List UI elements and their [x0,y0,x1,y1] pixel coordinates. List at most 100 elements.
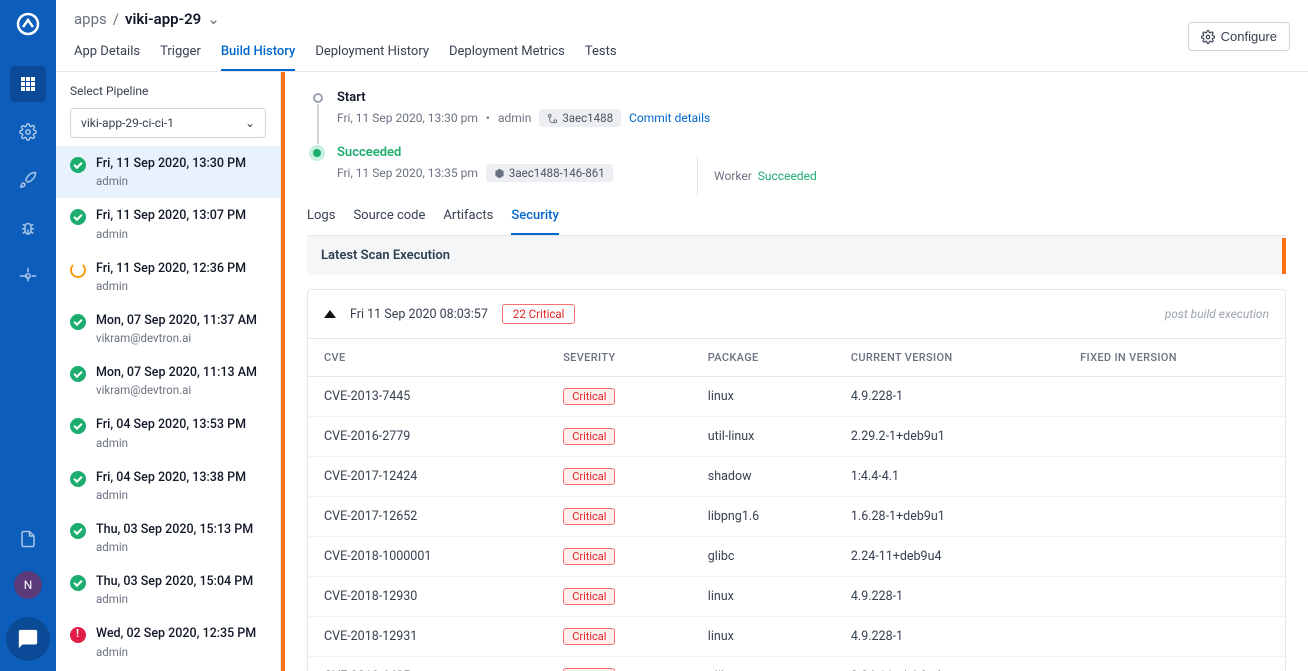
current-version-cell: 1:4.4-4.1 [835,457,1064,497]
build-author: admin [96,174,246,188]
check-icon [70,314,86,330]
col-package: PACKAGE [692,339,835,377]
subtab-security[interactable]: Security [511,200,558,235]
rail-doc-icon[interactable] [10,521,46,557]
severity-cell: Critical [547,497,692,537]
rail-rocket[interactable] [10,162,46,198]
build-item[interactable]: Wed, 02 Sep 2020, 12:35 PMadmin [56,616,280,668]
fixed-version-cell [1064,377,1285,417]
subtab-source-code[interactable]: Source code [353,200,425,235]
topbar: apps / viki-app-29 ⌄ App Details Trigger B… [56,0,1308,72]
sidebar: Select Pipeline viki-app-29-ci-ci-1 ⌄ Fr… [56,72,281,671]
check-icon [70,418,86,434]
table-row[interactable]: CVE-2013-7445Criticallinux4.9.228-1 [308,377,1285,417]
tab-build-history[interactable]: Build History [221,36,295,71]
severity-cell: Critical [547,377,692,417]
current-version-cell: 1.6.28-1+deb9u1 [835,497,1064,537]
table-row[interactable]: CVE-2017-12652Criticallibpng1.61.6.28-1+… [308,497,1285,537]
cve-cell: CVE-2013-7445 [308,377,547,417]
tab-deployment-history[interactable]: Deployment History [315,36,429,71]
start-title: Start [337,90,1286,105]
breadcrumb: apps / viki-app-29 ⌄ [74,10,1290,28]
tab-deployment-metrics[interactable]: Deployment Metrics [449,36,565,71]
current-version-cell: 4.9.228-1 [835,577,1064,617]
tab-tests[interactable]: Tests [585,36,617,71]
detail-subtabs: Logs Source code Artifacts Security [307,200,1286,236]
spinner-icon [70,262,86,278]
tab-app-details[interactable]: App Details [74,36,140,71]
cve-cell: CVE-2016-2779 [308,417,547,457]
start-dot-icon [313,93,323,103]
scan-heading: Latest Scan Execution [307,236,1286,275]
rail-gear-1[interactable] [10,114,46,150]
package-cell: util-linux [692,417,835,457]
severity-cell: Critical [547,457,692,497]
build-author: admin [96,436,246,450]
build-item[interactable]: Fri, 04 Sep 2020, 13:38 PMadmin [56,460,280,512]
fixed-version-cell [1064,577,1285,617]
rail-apps[interactable] [10,66,46,102]
table-row[interactable]: CVE-2018-12931Criticallinux4.9.228-1 [308,617,1285,657]
tab-trigger[interactable]: Trigger [160,36,201,71]
build-item[interactable]: Thu, 03 Sep 2020, 15:13 PMadmin [56,512,280,564]
current-version-cell: 4.9.228-1 [835,617,1064,657]
subtab-artifacts[interactable]: Artifacts [443,200,493,235]
cve-cell: CVE-2018-12930 [308,577,547,617]
build-timestamp: Thu, 03 Sep 2020, 15:04 PM [96,574,253,590]
table-row[interactable]: CVE-2016-2779Criticalutil-linux2.29.2-1+… [308,417,1285,457]
rail-bug[interactable] [10,210,46,246]
current-version-cell: 4.9.228-1 [835,377,1064,417]
logo-icon [12,8,44,40]
build-author: admin [96,279,246,293]
col-fixed-in-version: FIXED IN VERSION [1064,339,1285,377]
commit-chip[interactable]: 3aec1488 [539,109,621,127]
fixed-version-cell [1064,657,1285,671]
top-tabs: App Details Trigger Build History Deploymen… [74,36,1290,71]
col-severity: SEVERITY [547,339,692,377]
subtab-logs[interactable]: Logs [307,200,335,235]
commit-details-link[interactable]: Commit details [629,111,710,125]
fixed-version-cell [1064,537,1285,577]
build-author: admin [96,227,246,241]
avatar[interactable]: N [14,571,42,599]
build-timestamp: Mon, 07 Sep 2020, 11:13 AM [96,365,257,381]
build-author: admin [96,592,253,606]
package-cell: linux [692,577,835,617]
gear-icon [1201,30,1215,44]
current-version-cell: 2.29.2-1+deb9u1 [835,417,1064,457]
select-pipeline-label: Select Pipeline [56,72,280,108]
fixed-version-cell [1064,457,1285,497]
package-cell: libpng1.6 [692,497,835,537]
collapse-toggle-icon[interactable] [324,310,336,318]
table-row[interactable]: CVE-2018-6485Criticalglibc2.24-11+deb9u4 [308,657,1285,671]
build-author: vikram@devtron.ai [96,331,257,345]
build-author: vikram@devtron.ai [96,383,257,397]
breadcrumb-parent[interactable]: apps [74,10,107,28]
build-item[interactable]: Fri, 11 Sep 2020, 13:30 PMadmin [56,146,280,198]
build-item[interactable]: Mon, 07 Sep 2020, 11:13 AM vikram@devtron… [56,355,280,407]
rail-gear-2[interactable] [10,258,46,294]
scan-summary-badge: 22 Critical [502,304,576,324]
severity-cell: Critical [547,617,692,657]
table-row[interactable]: CVE-2018-1000001Criticalglibc2.24-11+deb… [308,537,1285,577]
package-cell: linux [692,617,835,657]
package-cell: glibc [692,657,835,671]
table-row[interactable]: CVE-2018-12930Criticallinux4.9.228-1 [308,577,1285,617]
table-row[interactable]: CVE-2017-12424Criticalshadow1:4.4-4.1 [308,457,1285,497]
cve-cell: CVE-2018-12931 [308,617,547,657]
package-cell: glibc [692,537,835,577]
build-item[interactable]: Fri, 11 Sep 2020, 12:36 PMadmin [56,251,280,303]
scan-stage: post build execution [1165,307,1269,321]
current-version-cell: 2.24-11+deb9u4 [835,657,1064,671]
fixed-version-cell [1064,617,1285,657]
pipeline-select[interactable]: viki-app-29-ci-ci-1 ⌄ [70,108,266,138]
build-item[interactable]: Thu, 03 Sep 2020, 15:04 PM admin [56,564,280,616]
artifact-chip[interactable]: 3aec1488-146-861 [486,164,613,182]
build-item[interactable]: Fri, 11 Sep 2020, 13:07 PMadmin [56,198,280,250]
chevron-down-icon[interactable]: ⌄ [207,10,220,28]
build-item[interactable]: Fri, 04 Sep 2020, 13:53 PMadmin [56,407,280,459]
build-item[interactable]: Mon, 07 Sep 2020, 11:37 AMvikram@devtron… [56,303,280,355]
scan-card: Fri 11 Sep 2020 08:03:57 22 Critical pos… [307,289,1286,671]
chat-icon[interactable] [6,617,50,661]
configure-button[interactable]: Configure [1188,22,1290,51]
